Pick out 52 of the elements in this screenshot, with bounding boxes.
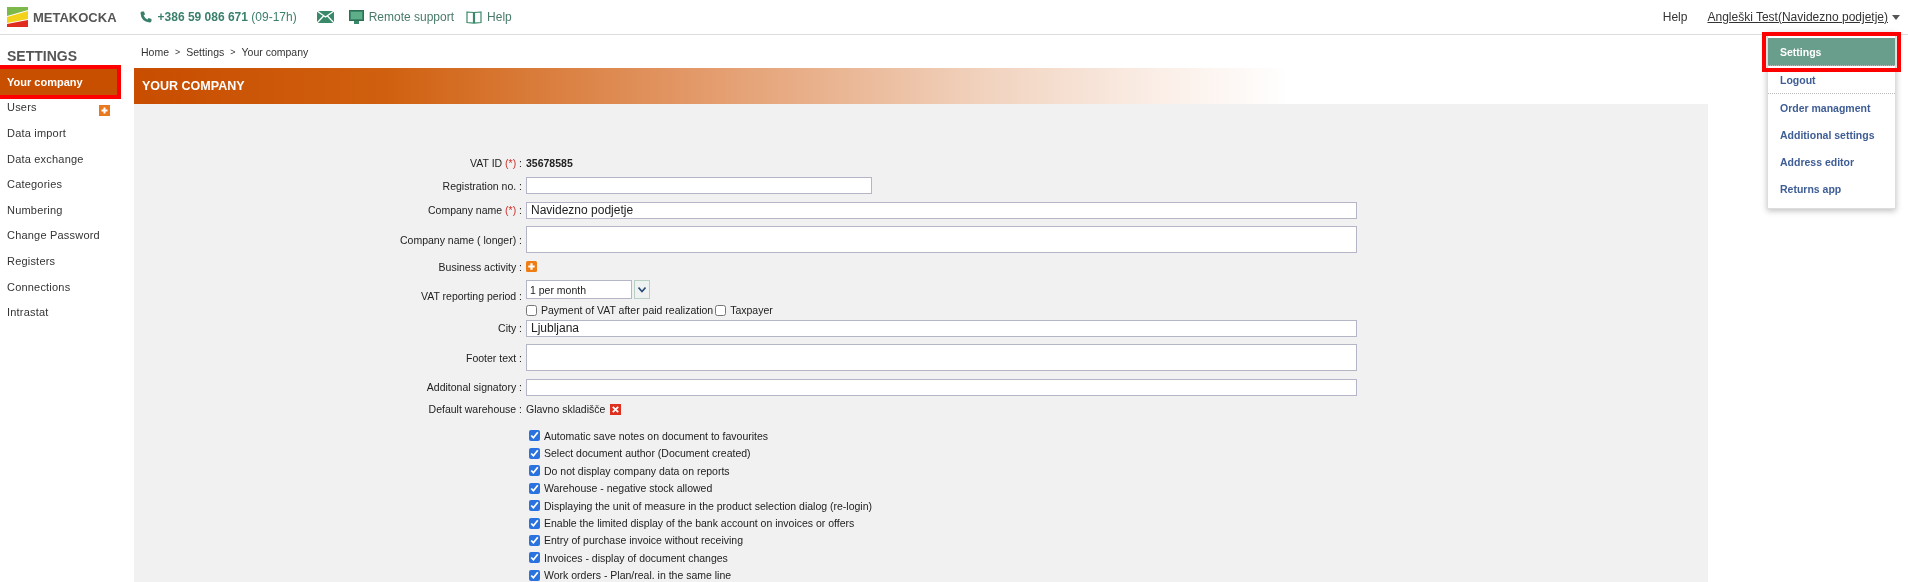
field-label: Business activity : — [437, 260, 523, 273]
input-field[interactable]: Ljubljana — [526, 319, 1357, 337]
phone-number[interactable]: +386 59 086 671 (09-17h) — [157, 10, 297, 24]
sidebar-item[interactable]: Categories — [0, 171, 134, 197]
checkbox-label: Automatic save notes on document to favourites — [544, 429, 769, 442]
breadcrumb-separator: > — [230, 47, 236, 58]
field-label: VAT ID (*) : — [469, 156, 523, 169]
remote-support-link[interactable]: Remote support — [368, 10, 455, 24]
sidebar-item[interactable]: Users — [0, 94, 134, 121]
help-link[interactable]: Help — [487, 10, 512, 24]
breadcrumb-link[interactable]: Your company — [241, 46, 309, 59]
menu-item[interactable]: Additional settings — [1768, 121, 1895, 148]
checkbox-label: Taxpayer — [730, 304, 773, 317]
checkbox-label: Enable the limited display of the bank account on invoices or offers — [544, 517, 855, 529]
sidebar-item[interactable]: Intrastat — [0, 299, 134, 325]
checkbox-label: Invoices - display of document changes — [544, 551, 728, 564]
breadcrumb-separator: > — [175, 47, 181, 58]
checkbox-label: Displaying the unit of measure in the product selection dialog (re-login) — [544, 499, 872, 512]
menu-item[interactable]: Address editor — [1768, 148, 1895, 175]
sidebar-item[interactable]: Data exchange — [0, 145, 134, 172]
field-label: Company name (*) : — [427, 204, 523, 217]
checkbox-label: Warehouse - negative stock allowed — [544, 482, 713, 495]
field-label: Registration no. : — [441, 179, 523, 192]
menu-item[interactable]: Logout — [1768, 66, 1895, 94]
sidebar-item[interactable]: Change Password — [0, 222, 134, 249]
breadcrumb-link[interactable]: Home — [141, 46, 169, 59]
checkbox-label: Do not display company data on reports — [544, 464, 730, 477]
field-label: City : — [497, 322, 523, 335]
sidebar-item[interactable]: Data import — [0, 120, 134, 146]
sidebar-item[interactable]: Numbering — [0, 196, 134, 223]
menu-item[interactable]: Returns app — [1768, 175, 1895, 202]
checkbox-label: Select document author (Document created) — [544, 447, 751, 460]
sidebar-item[interactable]: Connections — [0, 273, 134, 300]
field-label: Company name ( longer) : — [399, 233, 523, 246]
dropdown-field[interactable]: 1 per month — [526, 280, 632, 300]
field-label: Footer text : — [464, 351, 523, 364]
field-label: Additonal signatory : — [425, 381, 523, 394]
field-value: 35678585 — [526, 156, 573, 169]
field-label: Default warehouse : — [427, 403, 523, 416]
input-field[interactable]: Navidezno podjetje — [526, 201, 1357, 219]
sidebar-item[interactable]: Registers — [0, 248, 134, 274]
checkbox-label: Work orders - Plan/real. in the same line — [544, 569, 732, 582]
field-label: VAT reporting period : — [420, 290, 523, 303]
user-menu-link[interactable]: Angleški Test(Navidezno podjetje) — [1707, 10, 1888, 24]
field-value: Glavno skladišče — [526, 403, 606, 416]
help-link[interactable]: Help — [1662, 10, 1688, 24]
logo-text: METAKOCKA — [33, 9, 117, 25]
checkbox-label: Entry of purchase invoice without receiving — [544, 534, 744, 547]
breadcrumb-link[interactable]: Settings — [186, 46, 225, 59]
checkbox-label: Payment of VAT after paid realization — [541, 304, 714, 317]
sidebar-title: SETTINGS — [6, 47, 78, 66]
menu-item[interactable]: Order managment — [1768, 94, 1895, 121]
